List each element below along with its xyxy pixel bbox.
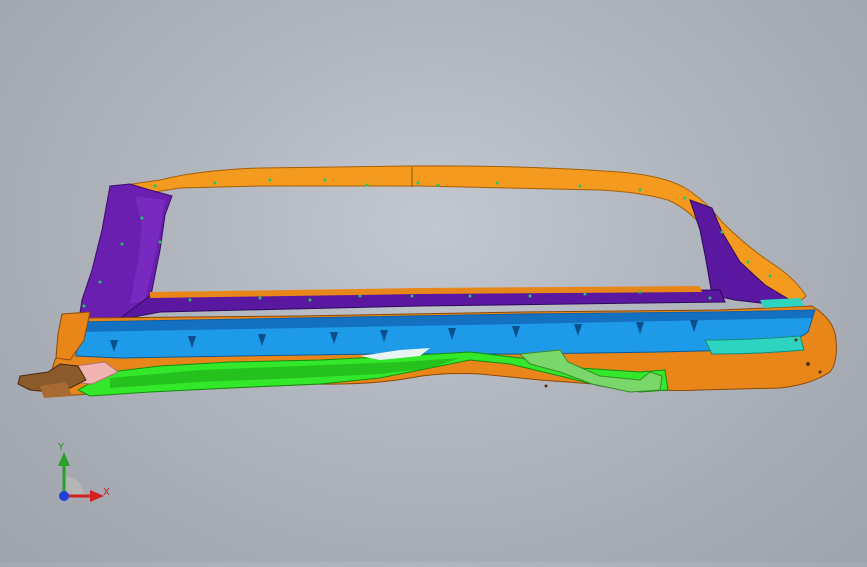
- triad-z-axis-icon: [59, 491, 69, 501]
- model-canvas[interactable]: [0, 0, 867, 562]
- triad-x-arrow-icon: [90, 490, 104, 502]
- graphics-viewport[interactable]: Y X: [0, 0, 867, 562]
- triad-y-arrow-icon: [58, 452, 70, 466]
- coordinate-triad: [58, 452, 104, 502]
- triad-x-label: X: [103, 487, 110, 498]
- triad-y-label: Y: [58, 442, 65, 453]
